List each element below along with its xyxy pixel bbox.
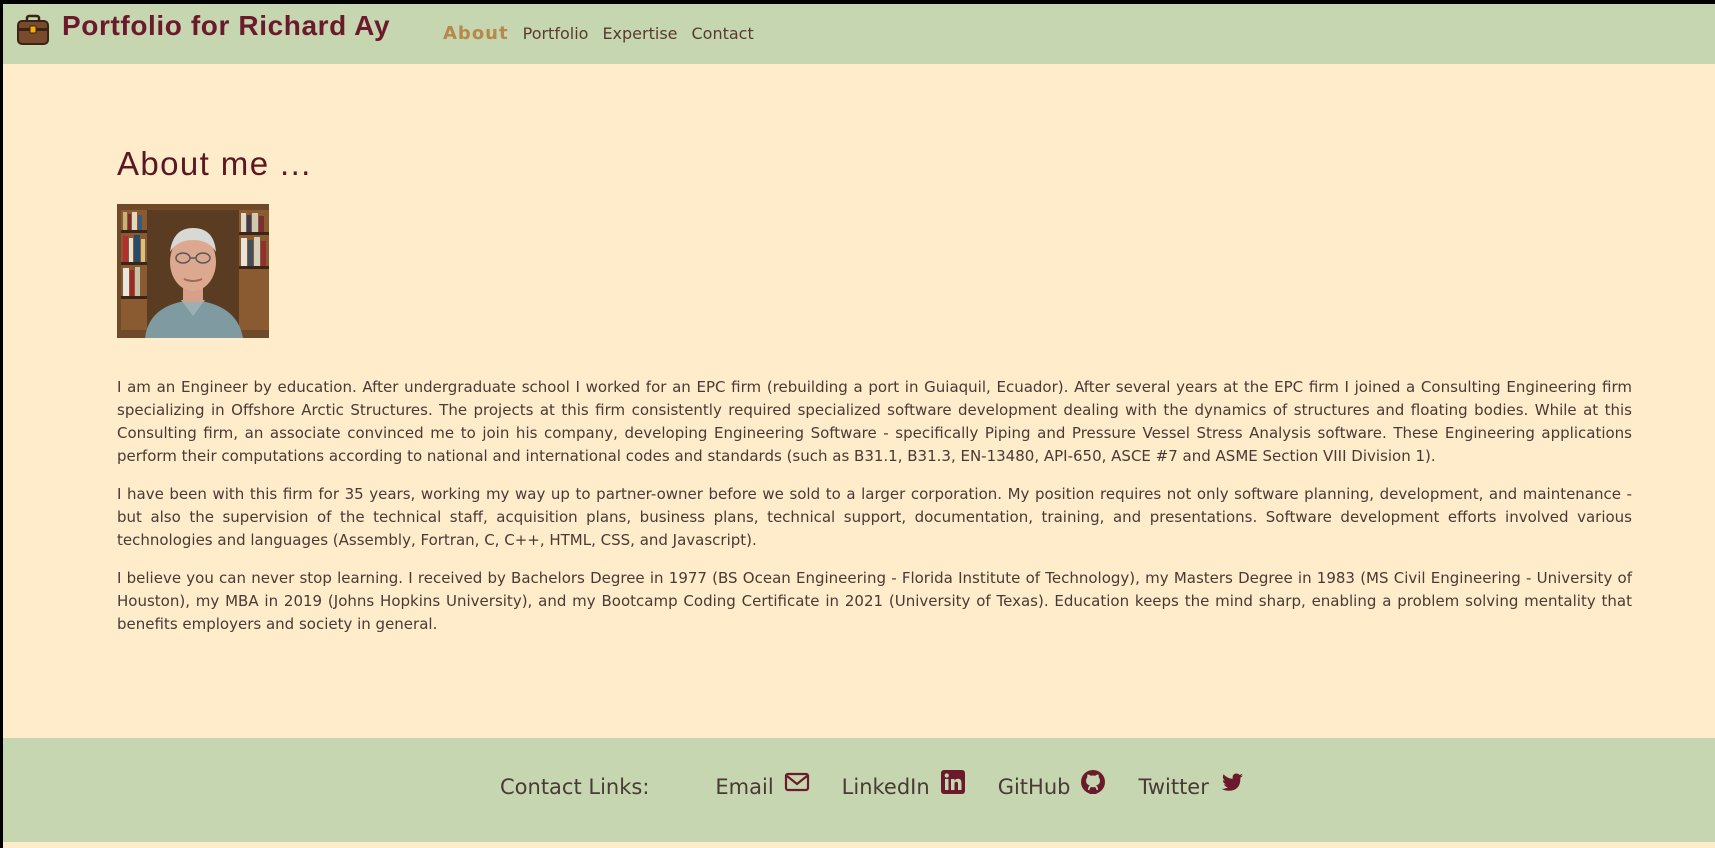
bio-paragraph: I am an Engineer by education. After und… [117,378,1632,465]
profile-photo [117,204,269,338]
twitter-icon [1221,773,1243,791]
site-header: Portfolio for Richard Ay About Portfolio… [3,4,1715,64]
twitter-link-label: Twitter [1138,775,1209,799]
about-heading: About me ... [117,145,312,182]
nav-link-expertise[interactable]: Expertise [602,24,677,43]
linkedin-link[interactable]: LinkedIn [841,770,966,800]
nav-link-contact[interactable]: Contact [692,24,754,43]
page: Portfolio for Richard Ay About Portfolio… [3,4,1715,848]
github-link-label: GitHub [997,775,1071,799]
main-nav: About Portfolio Expertise Contact [443,23,768,44]
bio-paragraph: I have been with this firm for 35 years,… [117,485,1632,549]
email-link[interactable]: Email [715,772,809,800]
site-footer: Contact Links: Email LinkedIn GitHub Twi… [3,738,1715,842]
github-link[interactable]: GitHub [997,770,1107,800]
linkedin-icon [940,770,965,794]
contact-links-label: Contact Links: [500,775,650,799]
nav-link-portfolio[interactable]: Portfolio [523,24,589,43]
github-icon [1081,770,1106,794]
email-link-label: Email [715,775,774,799]
bio-text: I am an Engineer by education. After und… [117,376,1632,651]
bio-paragraph: I believe you can never stop learning. I… [117,569,1632,633]
about-section: About me ... I am an Engineer by educati… [117,144,1632,633]
nav-link-about[interactable]: About [443,23,509,44]
twitter-link[interactable]: Twitter [1138,773,1244,800]
briefcase-icon [17,14,49,45]
linkedin-link-label: LinkedIn [841,775,930,799]
envelope-icon [784,772,809,792]
contact-links: Contact Links: Email LinkedIn GitHub Twi… [500,770,1277,800]
site-title: Portfolio for Richard Ay [62,10,391,41]
